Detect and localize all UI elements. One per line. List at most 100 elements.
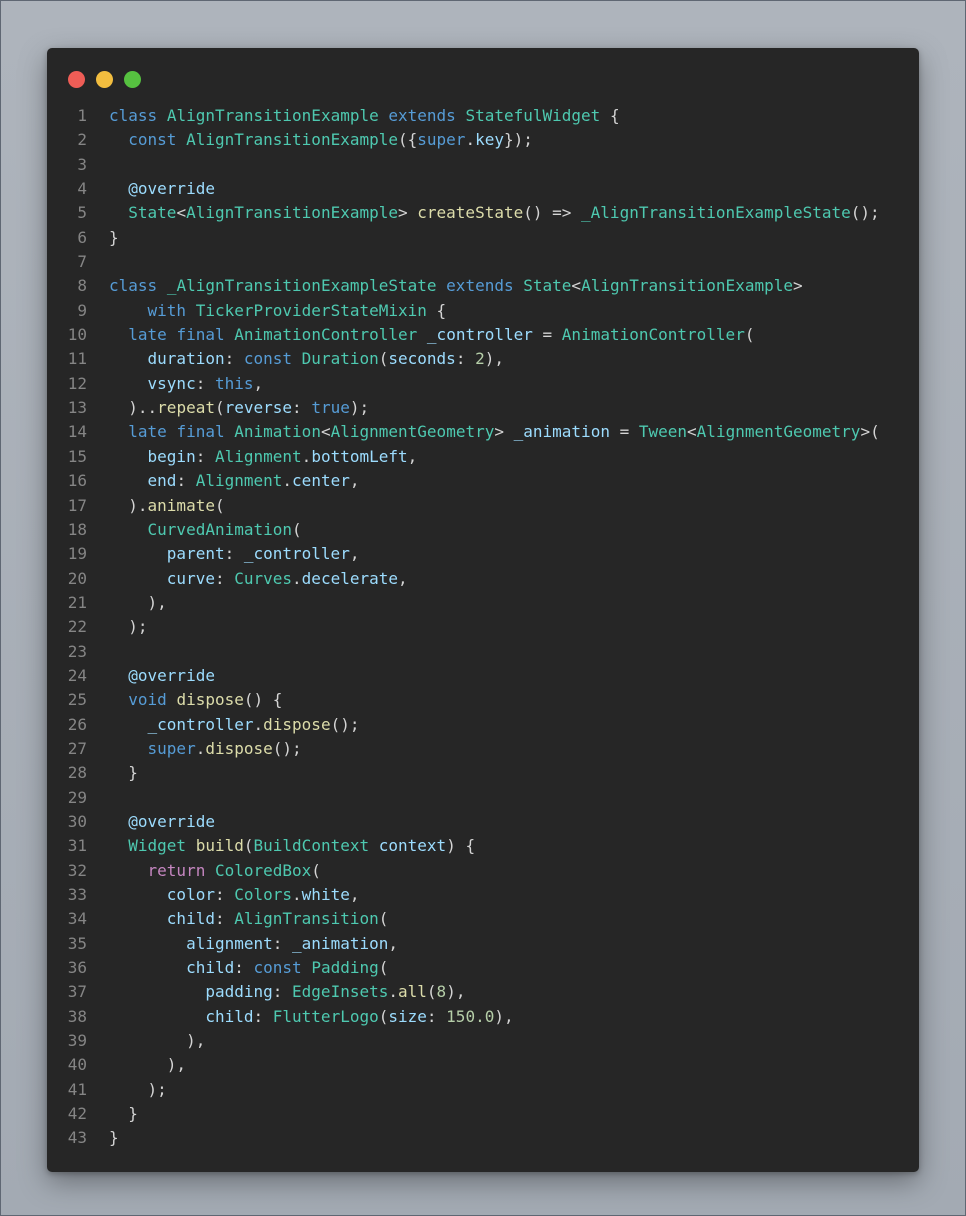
code-token: });: [503, 130, 533, 150]
code-text[interactable]: return ColoredBox(: [109, 859, 321, 883]
code-window: 1 class AlignTransitionExample extends St…: [47, 48, 919, 1172]
code-text[interactable]: }: [109, 1126, 119, 1150]
code-text[interactable]: duration: const Duration(seconds: 2),: [109, 347, 504, 371]
line-number: 19: [67, 544, 87, 564]
code-token: =: [532, 325, 562, 345]
code-token: with: [147, 300, 187, 320]
code-token: child: [205, 1006, 254, 1026]
code-text[interactable]: super.dispose();: [109, 737, 302, 761]
close-window-button[interactable]: [68, 71, 85, 88]
code-text[interactable]: parent: _controller,: [109, 542, 360, 566]
code-text[interactable]: @override: [109, 177, 215, 201]
code-line: 15 begin: Alignment.bottomLeft,: [47, 445, 919, 469]
code-text[interactable]: class _AlignTransitionExampleState exten…: [109, 274, 803, 298]
code-token: ),: [446, 982, 466, 1002]
code-text[interactable]: }: [109, 761, 138, 785]
code-token: );: [109, 617, 148, 637]
code-text[interactable]: ),: [109, 591, 167, 615]
code-text[interactable]: alignment: _animation,: [109, 932, 398, 956]
code-token: class: [109, 106, 158, 125]
code-line: 8 class _AlignTransitionExampleState exte…: [47, 274, 919, 298]
line-number: 3: [77, 154, 87, 174]
window-controls: [68, 71, 141, 88]
code-token: bottomLeft: [311, 446, 408, 466]
code-token: ),: [109, 1031, 206, 1051]
code-line: 13 )..repeat(reverse: true);: [47, 396, 919, 420]
code-token: all: [398, 982, 427, 1002]
code-text[interactable]: State<AlignTransitionExample> createStat…: [109, 201, 879, 225]
code-token: ();: [272, 738, 302, 758]
code-text[interactable]: _controller.dispose();: [109, 713, 360, 737]
code-token: (: [378, 909, 389, 929]
code-token: super: [417, 130, 466, 150]
code-text[interactable]: @override: [109, 810, 215, 834]
line-number: 37: [67, 982, 87, 1002]
code-token: (: [214, 495, 225, 515]
code-line: 14 late final Animation<AlignmentGeometr…: [47, 420, 919, 444]
zoom-window-button[interactable]: [124, 71, 141, 88]
code-token: ({: [398, 130, 418, 150]
code-text[interactable]: child: FlutterLogo(size: 150.0),: [109, 1005, 513, 1029]
code-text[interactable]: vsync: this,: [109, 372, 264, 396]
code-token: (: [243, 836, 254, 856]
code-token: Curves: [234, 568, 293, 588]
code-text[interactable]: ),: [109, 1053, 186, 1077]
minimize-window-button[interactable]: [96, 71, 113, 88]
code-text[interactable]: begin: Alignment.bottomLeft,: [109, 445, 418, 469]
code-token: 2: [475, 349, 485, 369]
code-line: 1 class AlignTransitionExample extends St…: [47, 104, 919, 128]
line-number: 26: [67, 714, 87, 734]
code-text[interactable]: @override: [109, 664, 215, 688]
code-line: 30 @override: [47, 810, 919, 834]
code-text[interactable]: }: [109, 1102, 138, 1126]
code-text[interactable]: class AlignTransitionExample extends Sta…: [109, 104, 620, 128]
code-text[interactable]: const AlignTransitionExample({super.key}…: [109, 128, 533, 152]
code-line: 35 alignment: _animation,: [47, 932, 919, 956]
code-text[interactable]: color: Colors.white,: [109, 883, 360, 907]
code-text[interactable]: end: Alignment.center,: [109, 469, 360, 493]
code-text[interactable]: Widget build(BuildContext context) {: [109, 834, 475, 858]
line-number: 42: [67, 1104, 87, 1124]
code-token: decelerate: [301, 568, 398, 588]
code-token: const: [128, 130, 177, 150]
code-text[interactable]: ),: [109, 1029, 205, 1053]
code-token: <: [320, 422, 331, 442]
code-text[interactable]: late final AnimationController _controll…: [109, 323, 754, 347]
code-token: reverse: [224, 398, 293, 418]
code-text[interactable]: padding: EdgeInsets.all(8),: [109, 980, 465, 1004]
code-token: )..: [109, 398, 158, 418]
code-token: :: [272, 933, 293, 953]
line-number: 24: [67, 665, 87, 685]
code-token: Alignment: [214, 446, 302, 466]
code-text[interactable]: child: AlignTransition(: [109, 907, 389, 931]
code-text[interactable]: child: const Padding(: [109, 956, 388, 980]
code-text[interactable]: )..repeat(reverse: true);: [109, 396, 369, 420]
code-text[interactable]: );: [109, 1078, 167, 1102]
code-token: _controller: [426, 325, 533, 345]
code-token: color: [166, 885, 215, 904]
code-line: 20 curve: Curves.decelerate,: [47, 567, 919, 591]
code-text[interactable]: late final Animation<AlignmentGeometry> …: [109, 420, 879, 444]
line-number: 28: [67, 763, 87, 783]
code-text[interactable]: }: [109, 226, 119, 250]
code-token: repeat: [157, 398, 215, 418]
code-text[interactable]: curve: Curves.decelerate,: [109, 567, 408, 591]
code-text[interactable]: CurvedAnimation(: [109, 518, 302, 542]
line-number: 1: [77, 106, 87, 125]
code-text[interactable]: void dispose() {: [109, 688, 282, 712]
code-token: :: [176, 471, 196, 491]
code-token: final: [176, 422, 225, 442]
code-text[interactable]: );: [109, 615, 148, 639]
code-text[interactable]: ).animate(: [109, 494, 225, 518]
code-text[interactable]: with TickerProviderStateMixin {: [109, 299, 447, 323]
